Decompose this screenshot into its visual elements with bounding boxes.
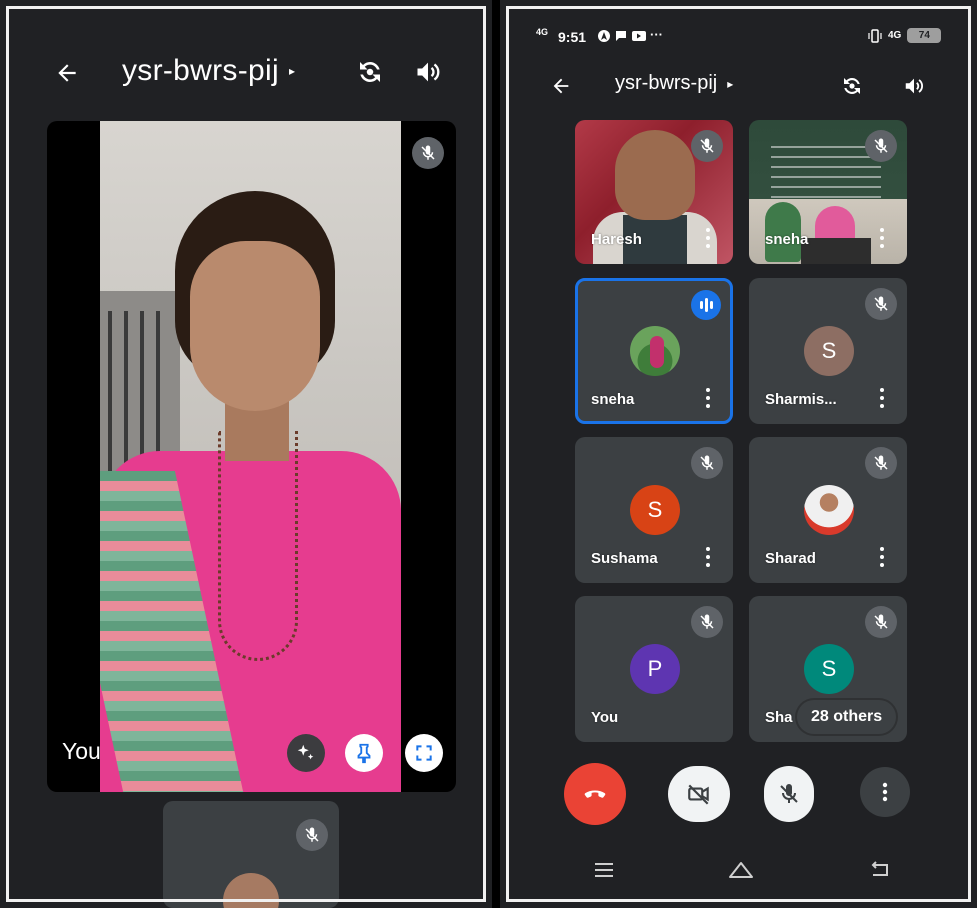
participant-tile-sneha[interactable]: sneha [575,278,733,424]
mic-off-icon [865,130,897,162]
chevron-right-icon: ▸ [288,64,296,78]
navigation-icon [598,30,610,42]
home-icon[interactable] [726,858,756,882]
effects-sparkle-button[interactable] [287,734,325,772]
more-options-icon[interactable] [705,547,711,567]
top-bar: ysr-bwrs-pij ▸ [0,48,492,98]
left-phone-screen: ysr-bwrs-pij ▸ You [0,0,492,908]
mic-off-icon [296,819,328,851]
mic-off-icon [412,137,444,169]
meeting-code: ysr-bwrs-pij [615,72,718,94]
self-camera-feed [100,121,401,792]
meeting-title[interactable]: ysr-bwrs-pij ▸ [122,54,295,88]
video-app-icon [632,31,646,41]
mic-off-icon [691,130,723,162]
more-options-icon[interactable] [705,388,711,408]
participant-name: Sharmis... [765,391,837,408]
more-options-icon[interactable] [879,388,885,408]
avatar [804,485,854,535]
back-arrow-icon[interactable] [548,73,574,99]
vibrate-icon [868,28,882,43]
avatar: S [630,485,680,535]
self-name-label: You [62,738,101,764]
self-video-tile[interactable] [47,121,456,792]
participant-name: sneha [591,391,635,408]
status-bar: 4G 9:51 ··· 4G 74 [500,24,977,52]
participant-tile-sharad[interactable]: Sharad [749,437,907,583]
status-time: 9:51 [558,29,587,45]
battery-icon: 74 [907,28,942,43]
pin-button[interactable] [345,734,383,772]
speaking-indicator-icon [691,290,721,320]
back-arrow-icon[interactable] [52,58,82,88]
avatar: S [804,644,854,694]
mic-off-icon [865,447,897,479]
microphone-off-button[interactable] [764,766,814,822]
participant-tile-preview[interactable] [163,801,339,908]
participant-tile-sushama[interactable]: S Sushama [575,437,733,583]
meeting-code: ysr-bwrs-pij [122,54,279,87]
mic-off-icon [865,288,897,320]
system-status: 4G 74 [868,28,942,43]
avatar [630,326,680,376]
participant-name: You [591,709,619,726]
meeting-title[interactable]: ysr-bwrs-pij ▸ [615,72,733,95]
system-navigation-bar [500,850,977,894]
participant-name: Sushama [591,550,658,567]
switch-camera-icon[interactable] [354,56,386,88]
participant-tile-you[interactable]: P You [575,596,733,742]
participant-tile-sneha-video[interactable]: sneha [749,120,907,264]
others-count-chip[interactable]: 28 others [797,700,897,734]
top-bar: ysr-bwrs-pij ▸ [500,66,977,106]
end-call-button[interactable] [564,763,626,825]
chevron-right-icon: ▸ [727,76,734,91]
speaker-icon[interactable] [412,56,444,88]
recent-apps-icon[interactable] [589,858,619,882]
mic-off-icon [691,447,723,479]
avatar: P [630,644,680,694]
participant-name: Sha [765,709,793,726]
chat-icon [616,31,626,41]
more-notifications: ··· [650,27,663,42]
participant-tile-haresh[interactable]: Haresh [575,120,733,264]
participant-name: sneha [765,231,809,248]
back-nav-icon[interactable] [865,858,895,882]
mic-off-icon [865,606,897,638]
network-type: 4G [888,30,902,41]
more-options-button[interactable] [860,767,910,817]
switch-camera-icon[interactable] [838,72,866,100]
avatar: S [804,326,854,376]
signal-indicator: 4G [536,27,549,37]
more-options-icon[interactable] [705,228,711,248]
more-options-icon[interactable] [879,228,885,248]
fullscreen-button[interactable] [405,734,443,772]
speaker-icon[interactable] [900,72,928,100]
more-options-icon[interactable] [879,547,885,567]
avatar [223,873,279,908]
camera-off-button[interactable] [668,766,730,822]
participant-tile-sharmis[interactable]: S Sharmis... [749,278,907,424]
mic-off-icon [691,606,723,638]
notification-icons [598,30,646,42]
participant-name: Haresh [591,231,642,248]
participant-name: Sharad [765,550,816,567]
